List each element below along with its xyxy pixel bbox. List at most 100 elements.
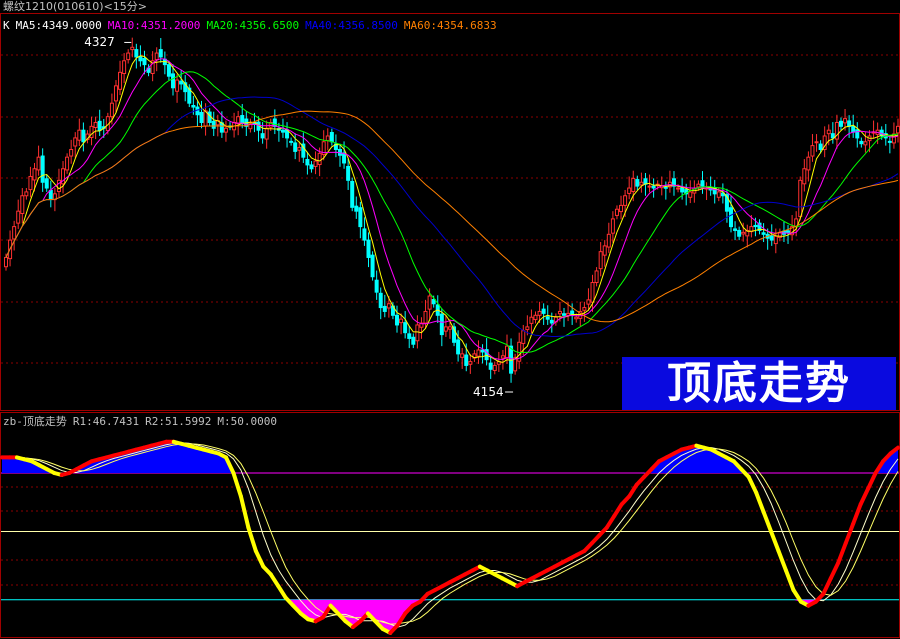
candle-body xyxy=(488,362,493,370)
candle-body xyxy=(443,326,448,332)
candle-body xyxy=(549,319,554,324)
candle-body xyxy=(680,187,685,193)
candle-body xyxy=(297,147,302,151)
candle-body xyxy=(814,141,819,144)
r1-segment xyxy=(866,471,878,491)
candle-body xyxy=(73,137,78,147)
candle-body xyxy=(838,120,843,127)
ma-legend-item-4: MA40:4356.8500 xyxy=(305,19,398,32)
candle-body xyxy=(500,355,505,359)
candle-body xyxy=(480,349,485,353)
candle-body xyxy=(525,326,530,331)
r1-segment xyxy=(761,510,774,534)
candle-body xyxy=(619,204,624,213)
candle-body xyxy=(590,282,595,303)
r1-segment xyxy=(858,486,871,507)
ma-line-ma5 xyxy=(5,55,899,363)
ma-legend-item-0: K xyxy=(3,19,10,32)
candle-body xyxy=(810,145,815,157)
candle-body xyxy=(594,270,599,284)
candle-body xyxy=(741,231,746,235)
candle-body xyxy=(158,49,163,58)
candle-body xyxy=(887,140,892,143)
candle-body xyxy=(366,239,371,258)
candle-body xyxy=(382,305,387,312)
candle-body xyxy=(142,57,147,66)
candle-body xyxy=(492,364,497,371)
r1-segment xyxy=(604,513,617,530)
r1-segment xyxy=(612,502,624,518)
candle-body xyxy=(179,80,184,85)
candle-body xyxy=(399,318,404,324)
r1-segment xyxy=(828,560,841,581)
candle-body xyxy=(32,168,37,181)
indicator-legend-item-1: R1:46.7431 xyxy=(72,415,140,428)
top-zone-fill xyxy=(2,441,898,473)
candle-body xyxy=(325,135,330,142)
candle-body xyxy=(688,191,693,198)
candle-body xyxy=(676,187,681,190)
candle-body xyxy=(476,349,481,357)
candle-body xyxy=(586,299,591,305)
candle-body xyxy=(614,208,619,216)
candle-body xyxy=(195,106,200,116)
candle-body xyxy=(16,210,21,224)
candle-body xyxy=(733,228,738,231)
candle-body xyxy=(403,322,408,334)
candle-body xyxy=(651,185,656,189)
candle-body xyxy=(773,235,778,245)
r1-segment xyxy=(238,494,251,530)
candle-body xyxy=(896,125,900,134)
ma-legend-item-2: MA10:4351.2000 xyxy=(107,19,201,32)
candle-body xyxy=(635,179,640,187)
candle-body xyxy=(855,129,860,139)
candle-body xyxy=(69,148,74,157)
candle-body xyxy=(386,303,391,309)
candle-body xyxy=(806,156,811,171)
candle-body xyxy=(623,195,628,206)
r1-segment xyxy=(851,502,863,526)
r1-segment xyxy=(276,584,288,600)
candle-body xyxy=(541,308,546,314)
candle-body xyxy=(545,316,550,320)
candle-body xyxy=(264,127,269,140)
candle-body xyxy=(24,191,29,197)
candle-body xyxy=(118,71,123,90)
ma-legend-item-1: MA5:4349.0000 xyxy=(15,19,102,32)
candle-body xyxy=(574,316,579,320)
candle-body xyxy=(130,46,135,51)
candle-body xyxy=(460,353,465,358)
candle-body xyxy=(786,230,791,233)
candle-body xyxy=(154,52,159,61)
candle-body xyxy=(521,330,526,344)
candle-body xyxy=(859,140,864,145)
candle-body xyxy=(427,295,432,310)
candle-body xyxy=(606,233,611,248)
r1-segment xyxy=(253,549,266,569)
high-price-label: 4327 xyxy=(84,35,115,50)
candle-body xyxy=(456,339,461,355)
candle-body xyxy=(170,73,175,89)
candle-body xyxy=(77,129,82,141)
candle-body xyxy=(280,129,285,133)
price-chart[interactable] xyxy=(0,0,900,639)
candle-body xyxy=(439,313,444,336)
candle-body xyxy=(211,120,216,129)
candle-body xyxy=(309,164,314,170)
ma-line-ma20 xyxy=(5,71,899,354)
candle-body xyxy=(769,235,774,241)
candle-body xyxy=(696,183,701,188)
ma-legend-item-5: MA60:4354.6833 xyxy=(403,19,497,32)
candle-body xyxy=(423,310,428,324)
candle-body xyxy=(56,179,61,193)
candle-body xyxy=(175,79,180,92)
r1-segment xyxy=(769,529,781,553)
r1-segment xyxy=(821,576,833,596)
candle-body xyxy=(40,155,45,183)
r1-segment xyxy=(231,471,243,499)
candle-body xyxy=(737,229,742,237)
candle-body xyxy=(223,127,228,133)
candle-body xyxy=(753,224,758,228)
candle-body xyxy=(537,310,542,316)
candle-body xyxy=(28,175,33,191)
